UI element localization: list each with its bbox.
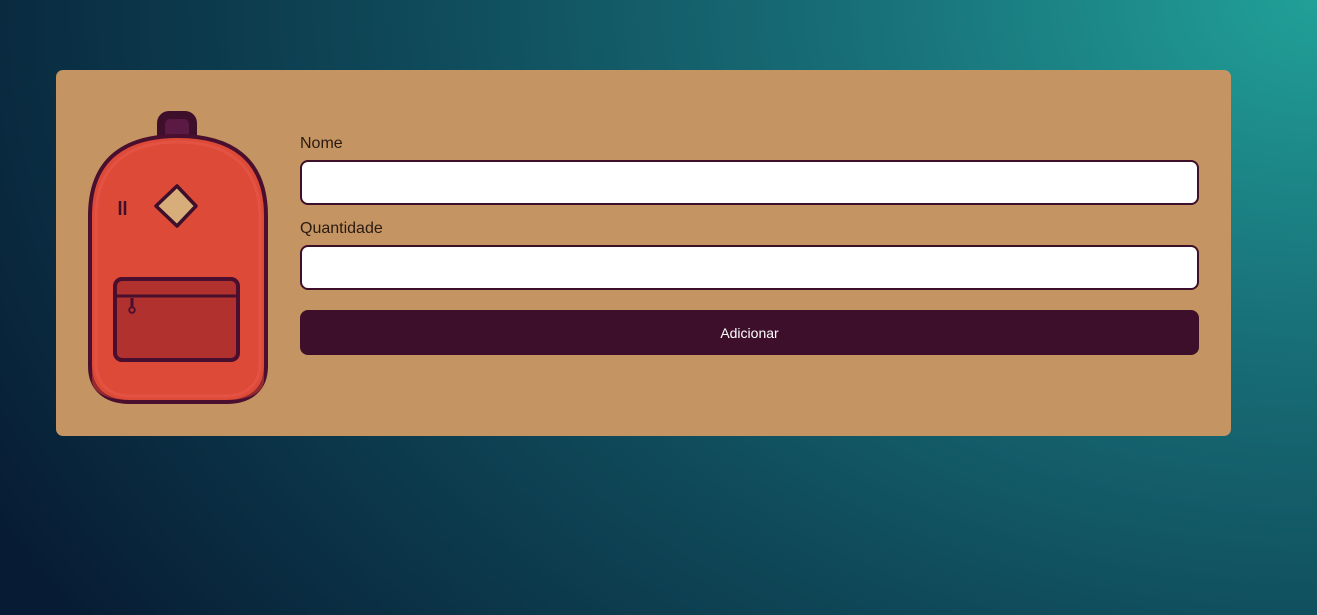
name-field-group: Nome: [300, 134, 1199, 205]
quantity-label: Quantidade: [300, 220, 383, 237]
add-button[interactable]: Adicionar: [300, 310, 1199, 355]
quantity-field-group: Quantidade: [300, 219, 1199, 290]
quantity-input[interactable]: [300, 245, 1199, 290]
name-label: Nome: [300, 135, 343, 152]
inventory-card: Nome Quantidade Adicionar: [56, 70, 1231, 436]
add-item-form: Nome Quantidade Adicionar: [300, 134, 1199, 355]
name-input[interactable]: [300, 160, 1199, 205]
backpack-icon: [88, 111, 268, 404]
